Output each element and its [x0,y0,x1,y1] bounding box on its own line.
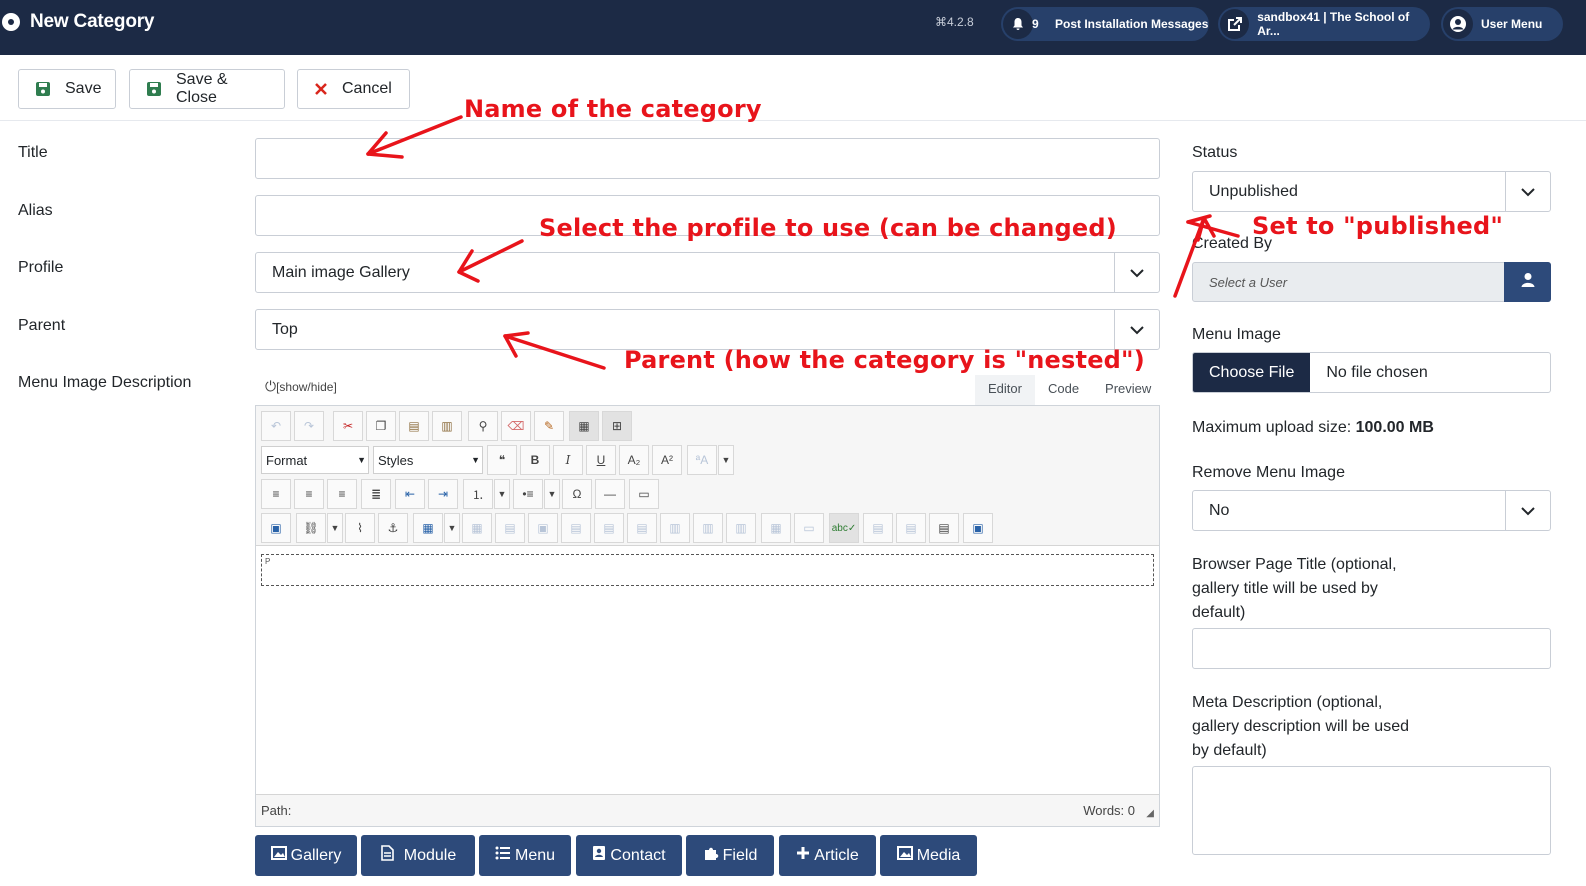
annotation-arrows [366,115,1240,370]
arrow-to-parent [503,334,606,370]
